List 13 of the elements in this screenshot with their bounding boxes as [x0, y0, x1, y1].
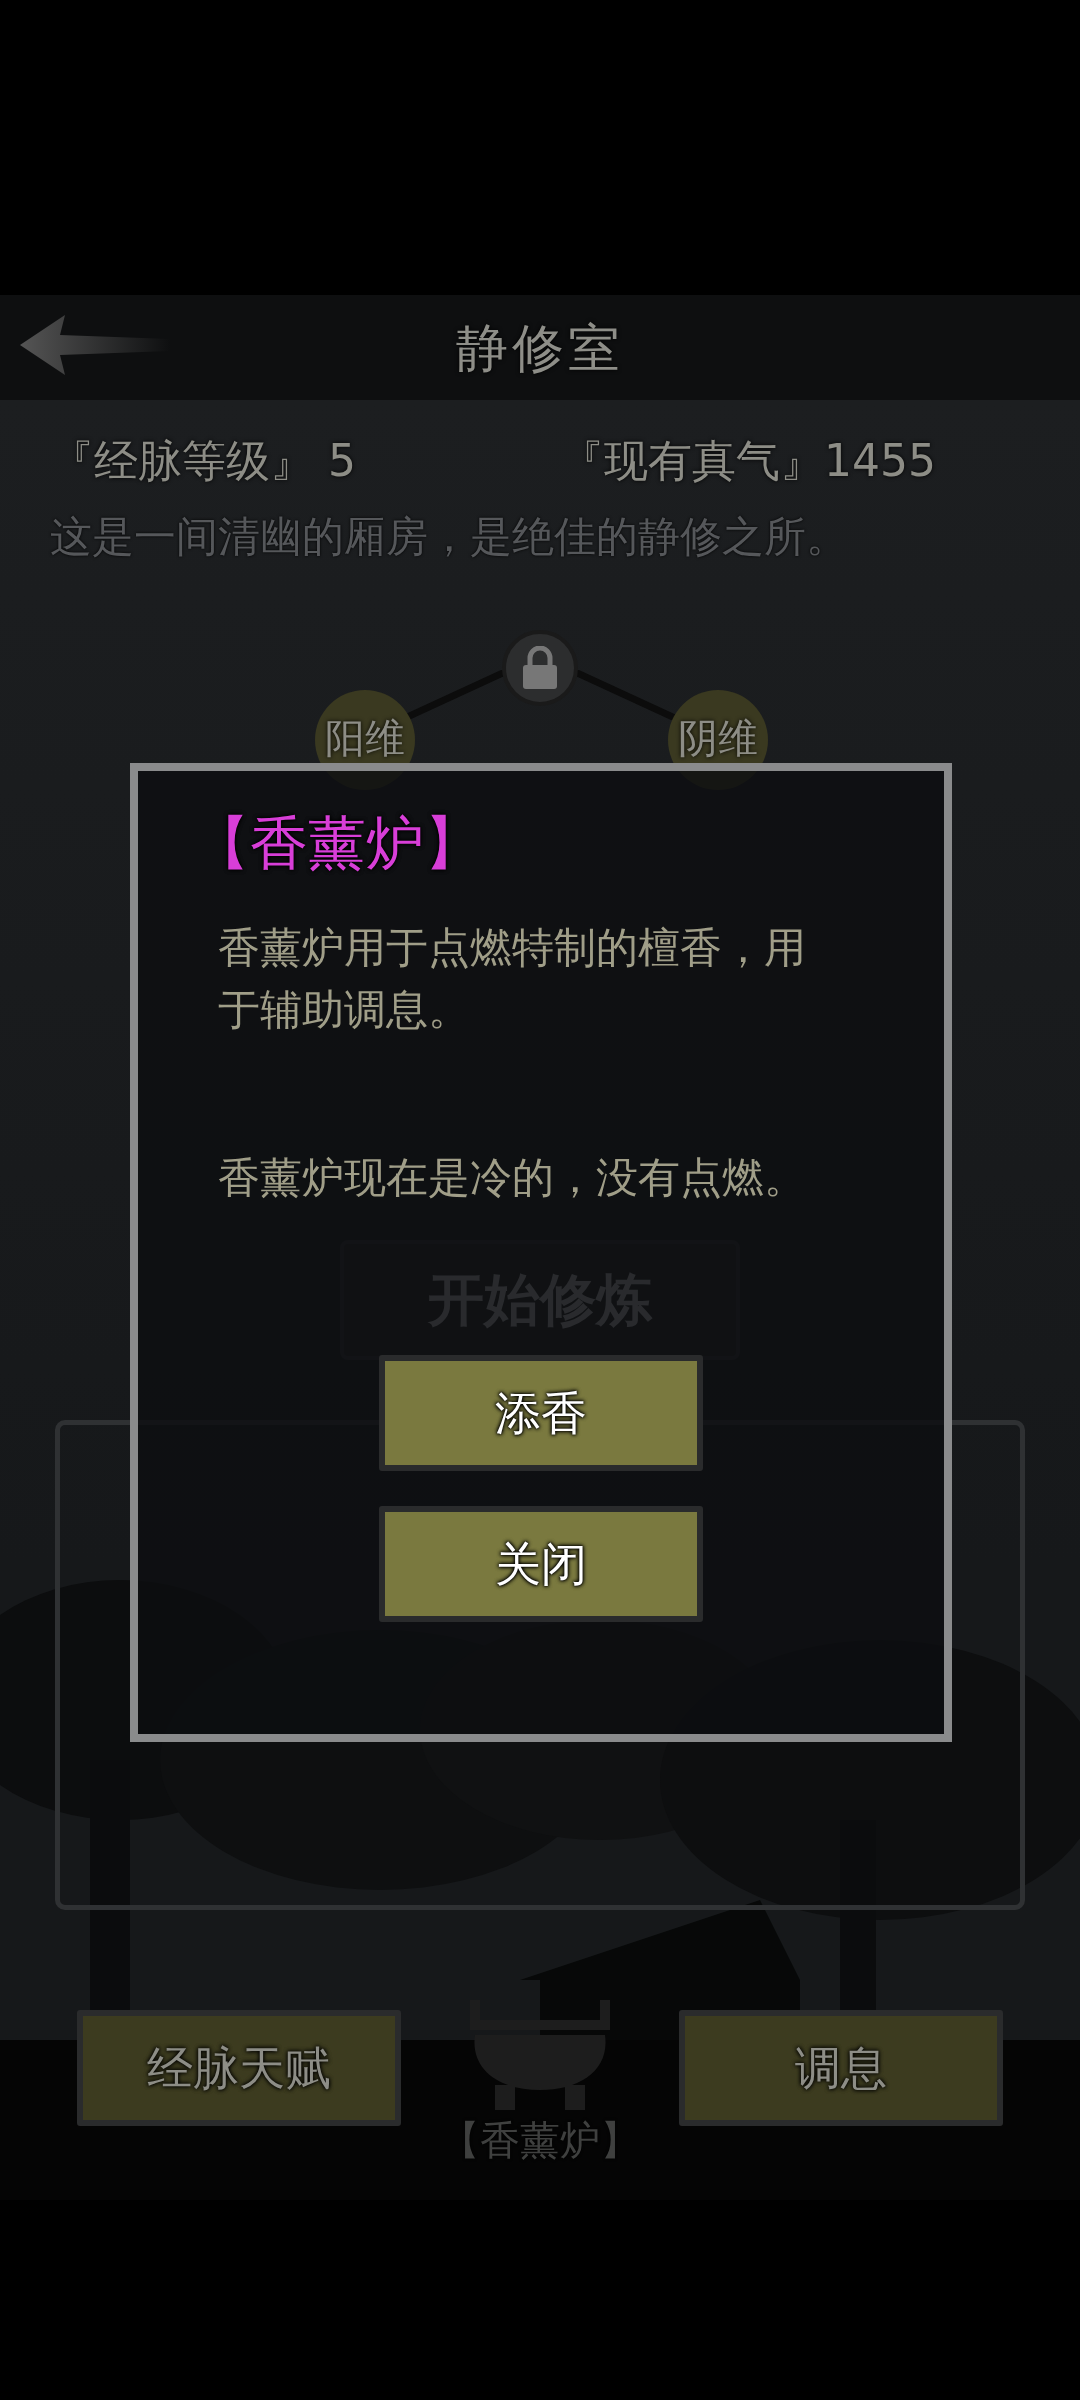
breathing-button[interactable]: 调息 — [679, 2010, 1003, 2126]
dialog-text: 香薰炉用于点燃特制的檀香，用于辅助调息。 — [218, 922, 807, 1036]
dialog-button[interactable]: 关闭 — [379, 1506, 703, 1622]
room-description: 这是一间清幽的厢房，是绝佳的静修之所。 — [49, 512, 849, 562]
lock-icon — [520, 646, 560, 690]
dialog-text: 香薰炉现在是冷的，没有点燃。 — [218, 1152, 807, 1204]
dialog-title: 【香薰炉】 — [192, 808, 482, 878]
talent-button[interactable]: 经脉天赋 — [77, 2010, 401, 2126]
stat-text: 『现有真气』1455 — [560, 435, 936, 487]
stat-text: 『经脉等级』 5 — [50, 435, 357, 487]
incense-burner-label: 【香薰炉】 — [440, 2116, 640, 2165]
page-title: 静修室 — [456, 316, 624, 380]
dialog-button[interactable]: 添香 — [379, 1355, 703, 1471]
